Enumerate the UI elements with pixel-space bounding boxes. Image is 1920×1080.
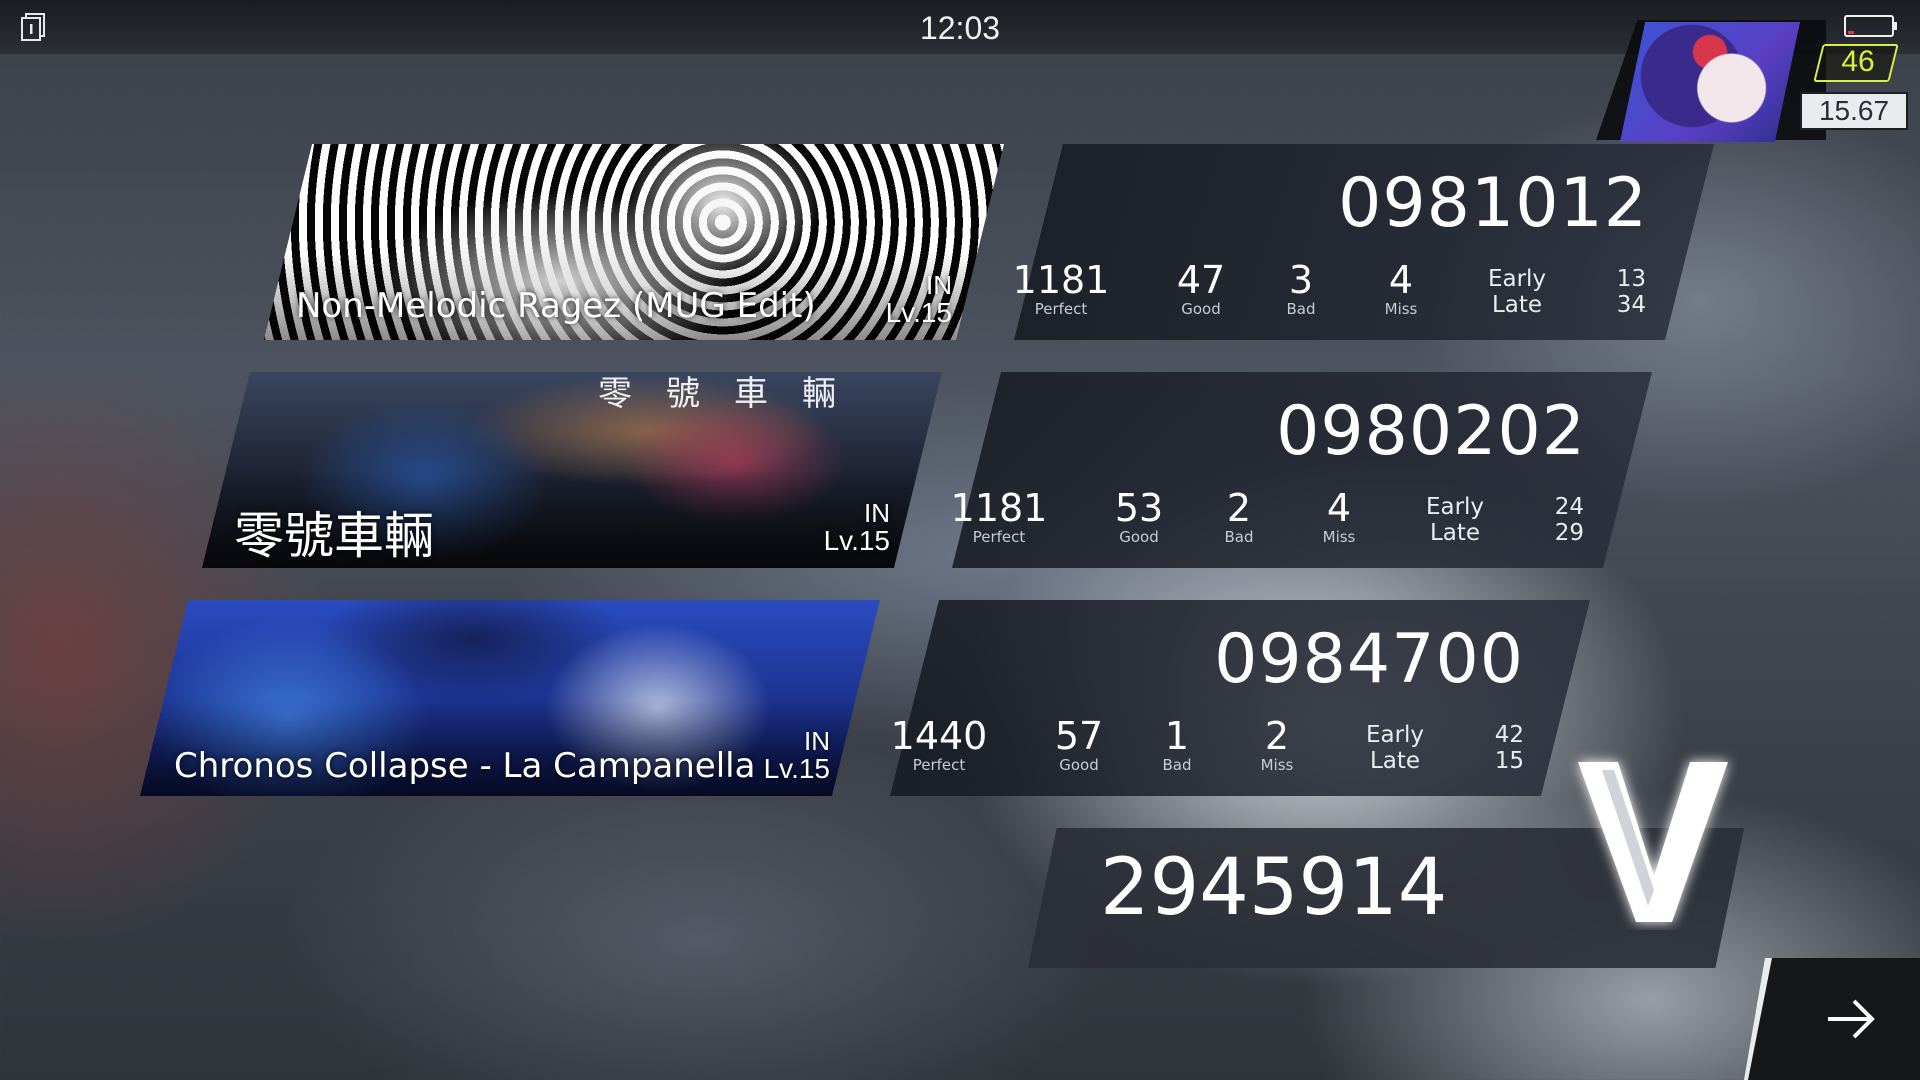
early-count: 13 (1616, 266, 1646, 292)
song-difficulty: IN Lv.15 (862, 272, 952, 328)
difficulty-level: Lv.15 (763, 753, 830, 784)
late-count: 29 (1554, 520, 1584, 546)
rank-v-icon (1578, 762, 1728, 922)
difficulty-level: Lv.15 (885, 297, 952, 328)
perfect-count: 1181 (950, 486, 1048, 530)
good-label: Good (1119, 528, 1159, 546)
battery-icon (1844, 15, 1897, 37)
early-count: 42 (1494, 722, 1524, 748)
good-count: 47 (1176, 258, 1226, 302)
perfect-count: 1181 (1012, 258, 1110, 302)
difficulty-level: Lv.15 (823, 525, 890, 556)
early-late-values: 13 34 (1586, 266, 1646, 318)
good-stat: 53 Good (1084, 488, 1194, 546)
perfect-stat: 1181 Perfect (944, 488, 1054, 546)
bad-count: 1 (1164, 714, 1190, 758)
perfect-label: Perfect (912, 756, 966, 774)
bad-label: Bad (1162, 756, 1192, 774)
late-count: 15 (1494, 748, 1524, 774)
bad-count: 3 (1288, 258, 1314, 302)
bad-label: Bad (1286, 300, 1316, 318)
good-stat: 47 Good (1146, 260, 1256, 318)
perfect-label: Perfect (1034, 300, 1088, 318)
perfect-count: 1440 (890, 714, 988, 758)
early-late-values: 42 15 (1464, 722, 1524, 774)
difficulty-label: IN (804, 726, 830, 756)
bad-label: Bad (1224, 528, 1254, 546)
perfect-stat: 1440 Perfect (884, 716, 994, 774)
jacket-caption: 零號車輛 (598, 374, 870, 414)
miss-label: Miss (1260, 756, 1294, 774)
bad-stat: 1 Bad (1122, 716, 1232, 774)
good-stat: 57 Good (1024, 716, 1134, 774)
late-label: Late (1369, 748, 1421, 774)
song-score: 0981012 (1338, 164, 1648, 243)
good-count: 53 (1114, 486, 1164, 530)
bad-count: 2 (1226, 486, 1252, 530)
perfect-stat: 1181 Perfect (1006, 260, 1116, 318)
early-late-values: 24 29 (1524, 494, 1584, 546)
song-title: 零號車輛 (234, 507, 434, 565)
late-label: Late (1429, 520, 1481, 546)
difficulty-label: IN (864, 498, 890, 528)
good-count: 57 (1054, 714, 1104, 758)
perfect-label: Perfect (972, 528, 1026, 546)
arrow-right-icon[interactable] (1822, 990, 1880, 1048)
avatar[interactable] (1620, 22, 1800, 142)
miss-stat: 4 Miss (1346, 260, 1456, 318)
difficulty-label: IN (926, 270, 952, 300)
miss-stat: 2 Miss (1222, 716, 1332, 774)
late-count: 34 (1616, 292, 1646, 318)
early-label: Early (1487, 266, 1547, 292)
good-label: Good (1181, 300, 1221, 318)
song-difficulty: IN Lv.15 (740, 728, 830, 784)
early-late-labels: Early Late (1410, 494, 1500, 546)
bad-stat: 3 Bad (1246, 260, 1356, 318)
early-late-labels: Early Late (1472, 266, 1562, 318)
player-level: 46 (1841, 45, 1875, 78)
late-label: Late (1491, 292, 1543, 318)
early-late-labels: Early Late (1350, 722, 1440, 774)
early-count: 24 (1554, 494, 1584, 520)
song-difficulty: IN Lv.15 (800, 500, 890, 556)
total-score: 2945914 (1100, 843, 1448, 933)
song-title: Chronos Collapse - La Campanella (174, 746, 756, 786)
miss-label: Miss (1322, 528, 1356, 546)
good-label: Good (1059, 756, 1099, 774)
miss-label: Miss (1384, 300, 1418, 318)
miss-count: 2 (1264, 714, 1290, 758)
song-title: Non-Melodic Ragez (MUG Edit) (296, 286, 816, 326)
bad-stat: 2 Bad (1184, 488, 1294, 546)
early-label: Early (1365, 722, 1425, 748)
song-score: 0984700 (1214, 620, 1524, 699)
song-score: 0980202 (1276, 392, 1586, 471)
miss-count: 4 (1326, 486, 1352, 530)
miss-count: 4 (1388, 258, 1414, 302)
player-rating: 15.67 (1800, 92, 1908, 130)
early-label: Early (1425, 494, 1485, 520)
miss-stat: 4 Miss (1284, 488, 1394, 546)
